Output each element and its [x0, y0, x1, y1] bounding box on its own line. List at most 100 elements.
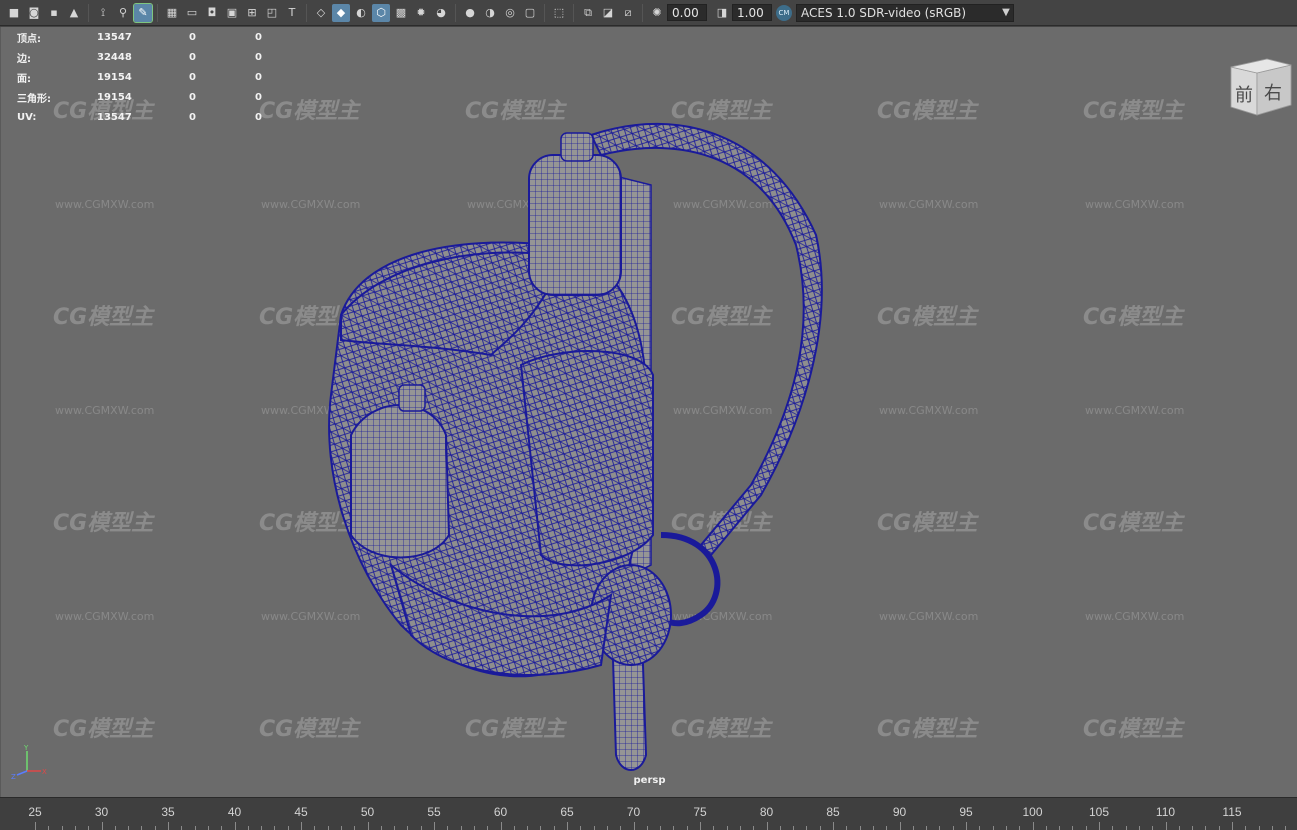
- hud-v3: 0: [255, 31, 262, 43]
- frame-tick-mark: [527, 826, 529, 830]
- frame-tick-mark: [686, 826, 688, 830]
- frame-tick-mark: [61, 826, 63, 830]
- view-cube[interactable]: 前 右: [1227, 55, 1293, 117]
- frame-tick-mark: [74, 826, 76, 830]
- motion-blur-icon[interactable]: ◑: [481, 4, 499, 22]
- frame-tick-mark: [646, 826, 648, 830]
- frame-tick-mark: [1059, 826, 1061, 830]
- front-water-bottle: [350, 404, 451, 559]
- view-cube-right-face[interactable]: 右: [1264, 83, 1282, 104]
- color-space-value: ACES 1.0 SDR-video (sRGB): [801, 5, 967, 20]
- frame-tick-mark: [447, 826, 449, 830]
- hud-v2: 0: [189, 91, 196, 103]
- frame-tick-mark: [101, 822, 103, 830]
- frame-tick-mark: [1192, 826, 1194, 830]
- frame-tick-mark: [819, 826, 821, 830]
- gamma-input[interactable]: 1.00: [732, 4, 772, 21]
- film-gate-pencil-icon[interactable]: ✎: [133, 2, 153, 23]
- frame-tick-mark: [779, 826, 781, 830]
- frame-tick-mark: [274, 826, 276, 830]
- frame-tick-mark: [912, 826, 914, 830]
- frame-tick-mark: [553, 826, 555, 830]
- watermark-logo: CG模型主: [1083, 717, 1184, 742]
- safe-title-icon[interactable]: T: [283, 4, 301, 22]
- isolate-select-icon[interactable]: ⬚: [550, 4, 568, 22]
- backface-culling-icon[interactable]: ⧄: [619, 4, 637, 22]
- poly-count-hud: 顶点: 13547 0 0 边: 32448 0 0 面: 19154 0 0 三角形: 19154 0 0 U…: [17, 27, 285, 127]
- frame-tick-mark: [88, 826, 90, 830]
- camera-attributes-icon[interactable]: ◙: [25, 4, 43, 22]
- watermark-url: www.CGMXW.com: [55, 198, 155, 211]
- frame-tick-mark: [221, 826, 223, 830]
- hud-row: 边: 32448 0 0: [17, 47, 285, 67]
- textured-icon[interactable]: ▩: [392, 4, 410, 22]
- watermark-logo: CG模型主: [53, 511, 154, 536]
- smooth-shade-icon[interactable]: ◆: [332, 3, 350, 22]
- field-chart-icon[interactable]: ⊞: [243, 4, 261, 22]
- default-material-icon[interactable]: ◐: [352, 4, 370, 22]
- frame-tick-mark: [1245, 826, 1247, 830]
- film-gate-icon[interactable]: ▭: [183, 4, 201, 22]
- depth-of-field-icon[interactable]: ▢: [521, 4, 539, 22]
- svg-text:Y: Y: [23, 745, 29, 752]
- frame-tick-mark: [114, 826, 116, 830]
- screen-space-ao-icon[interactable]: ●: [461, 4, 479, 22]
- watermark-logo: CG模型主: [53, 305, 154, 330]
- time-slider[interactable]: 25 30 35 40 45 50 55 60 65 70 75 80 85 90 95 100 105 110 1…: [0, 797, 1297, 830]
- frame-tick-mark: [513, 826, 515, 830]
- gate-mask-icon[interactable]: ▣: [223, 4, 241, 22]
- select-camera-icon[interactable]: ⟟: [94, 4, 112, 22]
- frame-tick-mark: [1165, 822, 1167, 830]
- frame-tick-mark: [141, 826, 143, 830]
- frame-tick-mark: [899, 822, 901, 830]
- camera-icon[interactable]: ■: [5, 4, 23, 22]
- frame-tick-label: 70: [626, 805, 641, 819]
- wireframe-icon[interactable]: ◇: [312, 4, 330, 22]
- wireframe-on-shaded-icon[interactable]: ⬡: [372, 3, 390, 22]
- shadows-icon[interactable]: ◕: [432, 4, 450, 22]
- gamma-icon[interactable]: ◨: [713, 4, 731, 22]
- frame-tick-mark: [633, 822, 635, 830]
- image-plane-icon[interactable]: ▲: [65, 4, 83, 22]
- chevron-down-icon[interactable]: ▼: [999, 7, 1013, 18]
- hud-label: 边:: [17, 53, 31, 65]
- color-management-icon[interactable]: CM: [776, 4, 792, 21]
- frame-tick-mark: [1072, 826, 1074, 830]
- frame-tick-label: 85: [826, 805, 840, 819]
- frame-tick-mark: [1032, 822, 1034, 830]
- bookmark-icon[interactable]: ▪: [45, 4, 63, 22]
- exposure-icon[interactable]: ✺: [648, 4, 666, 22]
- frame-tick-mark: [1271, 826, 1273, 830]
- frame-tick-mark: [1152, 826, 1154, 830]
- hud-v1: 32448: [97, 51, 132, 63]
- use-all-lights-icon[interactable]: ✹: [412, 4, 430, 22]
- multisample-aa-icon[interactable]: ◎: [501, 4, 519, 22]
- exposure-input[interactable]: 0.00: [667, 4, 707, 21]
- lock-camera-icon[interactable]: ⚲: [114, 4, 132, 22]
- frame-tick-mark: [966, 822, 967, 830]
- frame-tick-label: 30: [94, 805, 109, 819]
- color-space-dropdown[interactable]: ACES 1.0 SDR-video (sRGB) ▼: [796, 3, 1014, 22]
- viewport-toolbar: ■ ◙ ▪ ▲ ⟟ ⚲ ✎ ▦ ▭ ◘ ▣ ⊞ ◰ T ◇ ◆ ◐ ⬡ ▩ ✹ …: [0, 0, 1297, 26]
- frame-tick-mark: [580, 826, 582, 830]
- hud-v3: 0: [255, 111, 262, 123]
- frame-tick-mark: [739, 826, 741, 830]
- hud-v3: 0: [255, 71, 262, 83]
- resolution-gate-icon[interactable]: ◘: [203, 4, 221, 22]
- frame-tick-mark: [48, 826, 50, 830]
- frame-tick-mark: [793, 826, 795, 830]
- watermark-logo: CG模型主: [1083, 99, 1184, 124]
- safe-action-icon[interactable]: ◰: [263, 4, 281, 22]
- perspective-viewport[interactable]: CG模型主 www.CGMXW.com CG模型主 www.CGMXW.com CG模型…: [0, 27, 1297, 797]
- frame-tick-mark: [1218, 826, 1220, 830]
- toolbar-divider: [306, 3, 307, 22]
- view-cube-front-face[interactable]: 前: [1235, 85, 1253, 106]
- toolbar-divider: [455, 3, 456, 22]
- watermark-logo: CG模型主: [1083, 511, 1184, 536]
- xray-joints-icon[interactable]: ◪: [599, 4, 617, 22]
- grid-icon[interactable]: ▦: [163, 4, 181, 22]
- hud-v1: 13547: [97, 31, 132, 43]
- backpack-wireframe-model[interactable]: [301, 95, 831, 785]
- xray-icon[interactable]: ⧉: [579, 4, 597, 22]
- frame-tick-mark: [540, 826, 542, 830]
